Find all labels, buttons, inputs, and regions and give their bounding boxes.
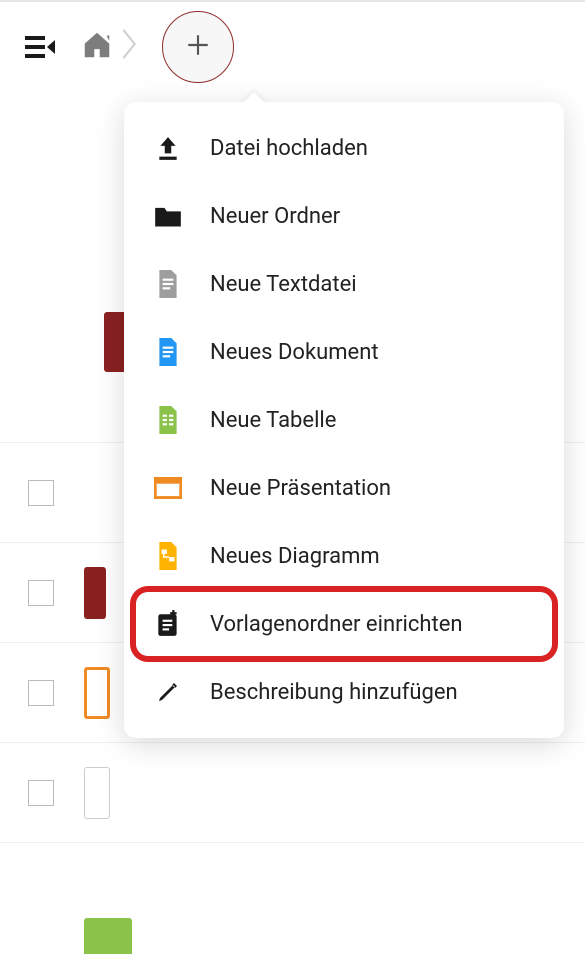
file-thumbnail [84,667,110,719]
menu-toggle-icon[interactable] [24,31,56,63]
template-icon [154,610,182,638]
home-icon[interactable] [80,30,114,64]
plus-icon [185,27,211,67]
menu-item-label: Datei hochladen [210,136,368,161]
menu-item-diagram[interactable]: Neues Diagramm [124,522,564,590]
text-file-icon [154,270,182,298]
menu-item-presentation[interactable]: Neue Präsentation [124,454,564,522]
pencil-icon [154,678,182,706]
menu-item-label: Beschreibung hinzufügen [210,680,458,705]
menu-item-label: Neue Präsentation [210,476,391,501]
checkbox[interactable] [28,780,54,806]
presentation-icon [154,474,182,502]
breadcrumb [80,27,138,68]
file-row[interactable] [0,742,585,842]
chevron-right-icon [120,27,138,68]
menu-item-spreadsheet[interactable]: Neue Tabelle [124,386,564,454]
menu-item-label: Neue Tabelle [210,408,336,433]
menu-item-label: Vorlagenordner einrichten [210,612,463,637]
menu-item-textfile[interactable]: Neue Textdatei [124,250,564,318]
checkbox[interactable] [28,480,54,506]
menu-item-template-folder[interactable]: Vorlagenordner einrichten [124,590,564,658]
menu-item-label: Neue Textdatei [210,272,357,297]
checkbox[interactable] [28,680,54,706]
spreadsheet-icon [154,406,182,434]
file-thumbnail [84,767,110,819]
document-icon [154,338,182,366]
menu-item-folder[interactable]: Neuer Ordner [124,182,564,250]
folder-icon [154,202,182,230]
diagram-icon [154,542,182,570]
upload-icon [154,134,182,162]
new-menu-dropdown: Datei hochladen Neuer Ordner Neue Textda… [124,102,564,738]
checkbox[interactable] [28,580,54,606]
menu-item-label: Neues Diagramm [210,544,380,569]
file-row[interactable] [0,842,585,942]
menu-item-document[interactable]: Neues Dokument [124,318,564,386]
menu-item-description[interactable]: Beschreibung hinzufügen [124,658,564,726]
menu-item-label: Neuer Ordner [210,204,340,229]
menu-item-label: Neues Dokument [210,340,379,365]
add-button[interactable] [162,11,234,83]
menu-item-upload[interactable]: Datei hochladen [124,114,564,182]
file-thumbnail [84,567,106,619]
file-thumbnail [84,918,132,954]
top-bar [0,2,585,92]
